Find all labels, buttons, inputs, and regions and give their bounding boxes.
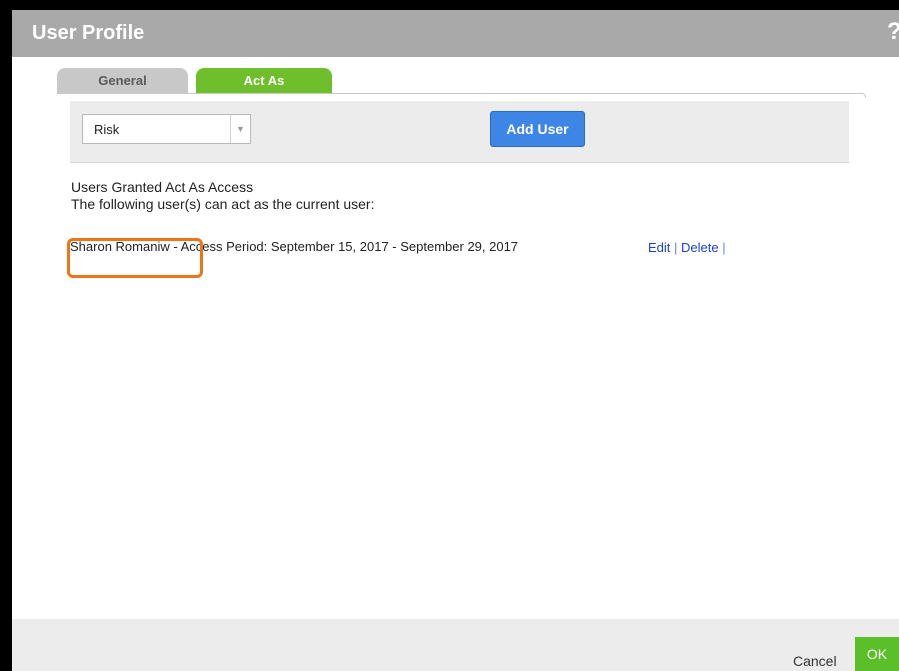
dialog-footer: Cancel OK: [12, 619, 899, 671]
action-divider: |: [722, 240, 726, 255]
user-group-select[interactable]: Risk ▼: [82, 114, 251, 144]
cancel-button[interactable]: Cancel: [793, 653, 837, 669]
action-divider: |: [674, 240, 678, 255]
tab-act-as[interactable]: Act As: [196, 68, 332, 94]
help-icon[interactable]: ?: [887, 18, 899, 46]
tab-general[interactable]: General: [57, 68, 188, 94]
dialog-title: User Profile: [32, 22, 145, 44]
act-as-toolbar: Risk ▼ Add User: [70, 101, 849, 163]
select-value: Risk: [94, 122, 120, 137]
section-subtitle: The following user(s) can act as the cur…: [71, 196, 375, 212]
add-user-button[interactable]: Add User: [490, 111, 585, 147]
section-title: Users Granted Act As Access: [71, 179, 254, 195]
user-actions: Edit | Delete |: [648, 240, 726, 255]
highlight-annotation: [67, 238, 203, 278]
access-period: Access Period: September 15, 2017 - Sept…: [180, 239, 519, 254]
ok-button[interactable]: OK: [855, 637, 899, 671]
delete-link[interactable]: Delete: [681, 240, 719, 255]
edit-link[interactable]: Edit: [648, 240, 670, 255]
dialog-titlebar: User Profile ?: [12, 10, 899, 57]
chevron-down-icon[interactable]: ▼: [230, 115, 250, 143]
user-profile-dialog: User Profile ? General Act As Risk ▼ Add…: [12, 10, 899, 671]
tab-panel-border: [57, 93, 866, 98]
